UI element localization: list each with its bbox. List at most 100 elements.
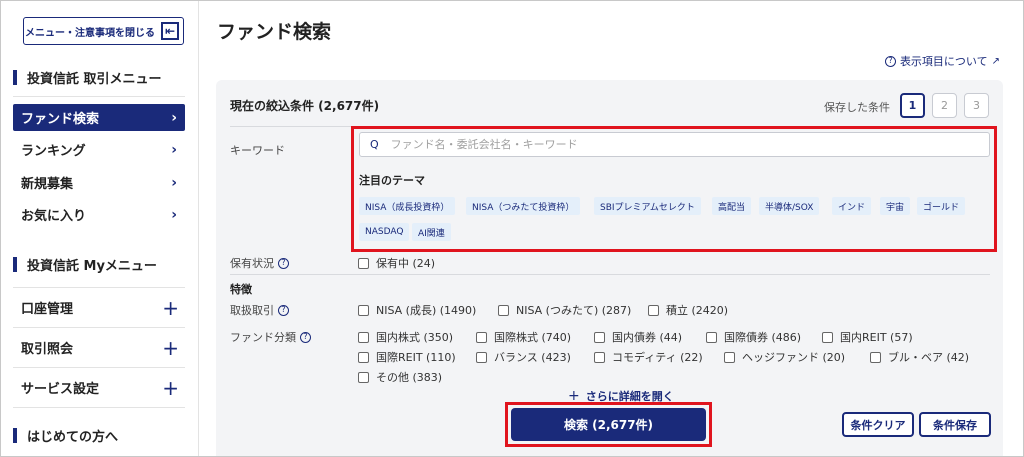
section-heading-beginners[interactable]: はじめての方へ	[13, 426, 118, 445]
plus-icon: +	[162, 295, 179, 320]
sidebar-item-trade-inquiry[interactable]: 取引照会 +	[13, 327, 185, 367]
trade-option-checkbox[interactable]: 積立 (2420)	[648, 302, 728, 318]
checkbox-label: 国際株式 (740)	[494, 331, 572, 344]
category-checkbox[interactable]: その他 (383)	[358, 369, 442, 385]
page-title: ファンド検索	[217, 21, 332, 43]
close-menu-label: メニュー・注意事項を閉じる	[25, 27, 155, 39]
conditions-title: 現在の絞込条件 (2,677件)	[230, 99, 380, 113]
theme-chip[interactable]: 高配当	[712, 197, 752, 215]
saved-condition-2-button[interactable]: 2	[932, 93, 957, 118]
collapse-left-icon: ⇤	[161, 22, 179, 40]
theme-chip[interactable]: NASDAQ	[359, 223, 410, 241]
sidebar-item-label: ファンド検索	[21, 112, 100, 127]
checkbox-label: NISA (成長) (1490)	[376, 304, 477, 317]
checkbox-label: 国内株式 (350)	[376, 331, 454, 344]
clear-conditions-button[interactable]: 条件クリア	[842, 412, 914, 437]
keyword-search-field[interactable]: Q	[359, 132, 990, 157]
checkbox-label: その他 (383)	[376, 371, 443, 384]
checkbox-label: ブル・ベア (42)	[888, 351, 970, 364]
theme-chip[interactable]: ゴールド	[917, 197, 966, 215]
chevron-right-icon: ›	[171, 174, 177, 191]
category-checkbox[interactable]: ブル・ベア (42)	[870, 349, 969, 365]
trade-type-label: 取扱取引 ?	[230, 302, 289, 318]
search-button[interactable]: 検索 (2,677件)	[511, 408, 706, 441]
checkbox-label: 国際債券 (486)	[724, 331, 802, 344]
section-title: 投資信託 取引メニュー	[27, 72, 162, 87]
theme-chip[interactable]: 宇宙	[880, 197, 911, 215]
saved-condition-3-button[interactable]: 3	[964, 93, 989, 118]
section-heading-my-menu: 投資信託 Myメニュー	[13, 255, 157, 274]
sidebar-item-service-settings[interactable]: サービス設定 +	[13, 367, 185, 407]
sidebar-item-label: 口座管理	[21, 302, 74, 317]
category-checkbox[interactable]: 国内REIT (57)	[822, 329, 913, 345]
section-marker	[13, 70, 17, 85]
checkbox-box[interactable]	[648, 304, 659, 316]
saved-conditions-label: 保存した条件	[824, 101, 890, 114]
category-checkbox[interactable]: 国内株式 (350)	[358, 329, 453, 345]
sidebar-item-favorites[interactable]: お気に入り ›	[13, 201, 185, 228]
category-checkbox[interactable]: 国際REIT (110)	[358, 349, 456, 365]
theme-chip[interactable]: AI関連	[412, 223, 451, 241]
theme-chip[interactable]: NISA（成長投資枠）	[359, 197, 456, 215]
theme-chip[interactable]: SBIプレミアムセレクト	[594, 197, 701, 215]
saved-condition-1-button[interactable]: 1	[900, 93, 925, 118]
category-checkbox[interactable]: 国内債券 (44)	[594, 329, 682, 345]
theme-chip[interactable]: インド	[832, 197, 872, 215]
section-title: はじめての方へ	[27, 430, 119, 445]
checkbox-box[interactable]	[594, 351, 605, 363]
save-conditions-button[interactable]: 条件保存	[919, 412, 991, 437]
checkbox-box[interactable]	[724, 351, 735, 363]
checkbox-label: 積立 (2420)	[666, 304, 729, 317]
help-icon[interactable]: ?	[278, 257, 289, 269]
theme-title: 注目のテーマ	[359, 174, 425, 187]
holding-checkbox[interactable]: 保有中 (24)	[358, 255, 435, 271]
trade-option-checkbox[interactable]: NISA (つみたて) (287)	[498, 302, 631, 318]
checkbox-box[interactable]	[358, 351, 369, 363]
trade-option-checkbox[interactable]: NISA (成長) (1490)	[358, 302, 476, 318]
keyword-label: キーワード	[230, 144, 285, 157]
checkbox-box[interactable]	[594, 331, 605, 343]
sidebar: メニュー・注意事項を閉じる ⇤ 投資信託 取引メニュー ファンド検索 › ランキ…	[1, 1, 199, 456]
checkbox-box[interactable]	[358, 371, 369, 383]
sidebar-item-label: ランキング	[21, 144, 86, 159]
divider	[13, 96, 185, 97]
checkbox-box[interactable]	[706, 331, 717, 343]
search-button-highlight: 検索 (2,677件)	[505, 402, 712, 447]
checkbox-box[interactable]	[498, 304, 509, 316]
search-icon: Q	[370, 138, 379, 151]
sidebar-item-label: 取引照会	[21, 342, 74, 357]
sidebar-item-new-offering[interactable]: 新規募集 ›	[13, 169, 185, 196]
theme-chip[interactable]: 半導体/SOX	[759, 197, 820, 215]
sidebar-item-label: 新規募集	[21, 177, 74, 192]
sidebar-item-account[interactable]: 口座管理 +	[13, 287, 185, 327]
checkbox-box[interactable]	[822, 331, 833, 343]
section-heading-trade-menu: 投資信託 取引メニュー	[13, 68, 162, 87]
fund-category-text: ファンド分類	[230, 331, 296, 344]
category-checkbox[interactable]: コモディティ (22)	[594, 349, 703, 365]
checkbox-box[interactable]	[358, 331, 369, 343]
checkbox-box[interactable]	[476, 351, 487, 363]
category-checkbox[interactable]: ヘッジファンド (20)	[724, 349, 845, 365]
checkbox-label: ヘッジファンド (20)	[742, 351, 846, 364]
checkbox-label: コモディティ (22)	[612, 351, 703, 364]
category-checkbox[interactable]: バランス (423)	[476, 349, 571, 365]
sidebar-item-fund-search[interactable]: ファンド検索 ›	[13, 104, 185, 131]
about-columns-link[interactable]: ? 表示項目について ↗	[884, 53, 1000, 69]
category-checkbox[interactable]: 国際債券 (486)	[706, 329, 801, 345]
checkbox-box[interactable]	[870, 351, 881, 363]
close-menu-button[interactable]: メニュー・注意事項を閉じる ⇤	[23, 17, 184, 45]
help-icon[interactable]: ?	[278, 304, 289, 316]
keyword-input[interactable]	[390, 138, 951, 151]
holding-status-label: 保有状況 ?	[230, 255, 289, 271]
checkbox-box[interactable]	[358, 257, 369, 269]
checkbox-label: 保有中 (24)	[376, 257, 436, 270]
plus-icon: +	[162, 375, 179, 400]
sidebar-item-ranking[interactable]: ランキング ›	[13, 136, 185, 163]
theme-chip[interactable]: NISA（つみたて投資枠）	[466, 197, 581, 215]
help-icon[interactable]: ?	[300, 331, 311, 343]
checkbox-box[interactable]	[358, 304, 369, 316]
checkbox-label: バランス (423)	[494, 351, 571, 364]
checkbox-box[interactable]	[476, 331, 487, 343]
help-icon: ?	[884, 55, 896, 67]
category-checkbox[interactable]: 国際株式 (740)	[476, 329, 571, 345]
